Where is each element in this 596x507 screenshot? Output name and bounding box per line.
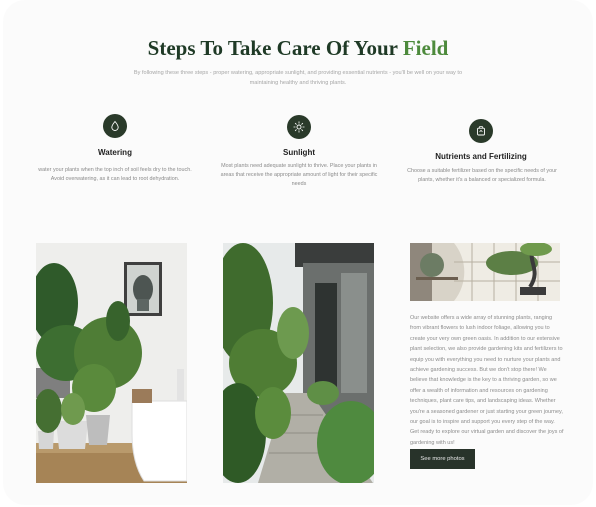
page-title-accent: Field — [402, 36, 449, 60]
see-more-photos-button[interactable]: See more photos — [410, 449, 475, 469]
nutrient-bag-icon — [469, 119, 493, 143]
page-subtitle: By following these three steps - proper … — [133, 70, 463, 86]
about-text: Our website offers a wide array of stunn… — [410, 315, 564, 446]
page-title: Steps To Take Care Of Your Field — [0, 36, 596, 61]
garden-path-photo — [223, 243, 374, 483]
page-title-main: Steps To Take Care Of Your — [147, 36, 403, 60]
step-title-watering: Watering — [98, 148, 132, 157]
step-title-nutrients: Nutrients and Fertilizing — [435, 152, 527, 161]
step-text-nutrients: Choose a suitable fertilizer based on th… — [407, 168, 557, 183]
step-title-sunlight: Sunlight — [283, 148, 315, 157]
bonsai-window-photo — [410, 243, 560, 301]
bathroom-plants-photo — [36, 243, 187, 483]
sun-icon — [287, 115, 311, 139]
step-text-watering: water your plants when the top inch of s… — [38, 167, 192, 182]
step-text-sunlight: Most plants need adequate sunlight to th… — [220, 163, 378, 187]
water-drop-icon — [103, 114, 127, 138]
